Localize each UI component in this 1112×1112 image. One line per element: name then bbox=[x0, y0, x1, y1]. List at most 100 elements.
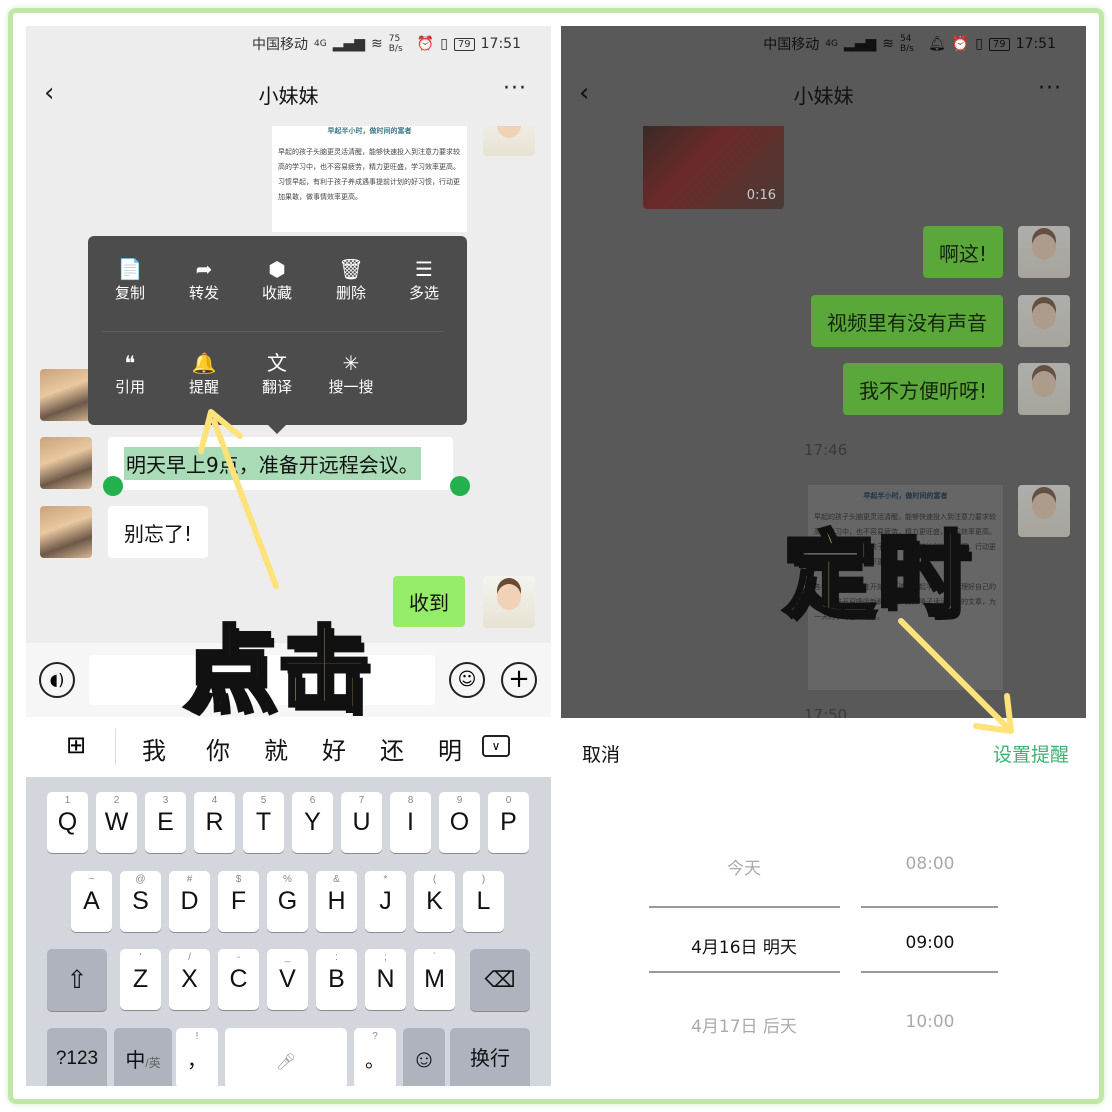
key-p[interactable]: 0P bbox=[488, 792, 529, 853]
key-l[interactable]: ) L bbox=[463, 871, 504, 932]
key-z[interactable]: ' Z bbox=[120, 949, 161, 1010]
avatar[interactable] bbox=[1018, 363, 1070, 415]
avatar[interactable] bbox=[1018, 226, 1070, 278]
key-j[interactable]: * J bbox=[365, 871, 406, 932]
key-x[interactable]: / X bbox=[169, 949, 210, 1010]
key-w[interactable]: 2W bbox=[96, 792, 137, 853]
video-duration: 0:16 bbox=[746, 188, 776, 203]
cancel-button[interactable]: 取消 bbox=[582, 740, 620, 767]
key-label: G bbox=[277, 887, 298, 915]
key-s[interactable]: @ S bbox=[120, 871, 161, 932]
collapse-keyboard-icon[interactable]: ∨ bbox=[482, 735, 510, 757]
key-i[interactable]: 8I bbox=[390, 792, 431, 853]
key-b[interactable]: :B bbox=[316, 949, 357, 1010]
article-card[interactable]: 早起半小时，做时间的富者 早起的孩子头脑更灵活清醒，能够快速投入到注意力要求较高… bbox=[272, 126, 467, 232]
key-label: Z bbox=[132, 965, 149, 993]
key-v[interactable]: _ V bbox=[267, 949, 308, 1010]
message-bubble[interactable]: 别忘了! bbox=[108, 506, 209, 558]
plus-icon[interactable]: + bbox=[501, 662, 537, 698]
more-icon[interactable]: ··· bbox=[503, 76, 527, 101]
back-icon[interactable]: ‹ bbox=[44, 78, 54, 108]
space-key[interactable]: 🎤︎ bbox=[225, 1028, 347, 1086]
picker-time-selected[interactable]: 09:00 bbox=[830, 933, 1030, 953]
key-c[interactable]: -C bbox=[218, 949, 259, 1010]
video-thumbnail[interactable]: 0:16 bbox=[643, 126, 784, 209]
picker-date[interactable]: 今天 bbox=[644, 854, 844, 879]
message-bubble-own[interactable]: 视频里有没有声音 bbox=[811, 295, 1003, 347]
avatar[interactable] bbox=[40, 437, 92, 489]
key-t[interactable]: 5T bbox=[243, 792, 284, 853]
comma-key[interactable]: !， bbox=[176, 1028, 218, 1086]
key-o[interactable]: 9O bbox=[439, 792, 480, 853]
message-bubble-own[interactable]: 收到 bbox=[393, 576, 465, 627]
more-icon[interactable]: ··· bbox=[1038, 76, 1062, 101]
avatar[interactable] bbox=[40, 369, 92, 421]
selection-handle-start[interactable] bbox=[103, 476, 123, 496]
key-h[interactable]: & H bbox=[316, 871, 357, 932]
menu-label: 收藏 bbox=[261, 284, 292, 302]
avatar[interactable] bbox=[40, 506, 92, 558]
candidate-word[interactable]: 明 bbox=[438, 731, 462, 766]
menu-divider bbox=[102, 331, 444, 332]
key-sub: ) bbox=[481, 874, 486, 885]
message-bubble-selected[interactable]: 明天早上9点，准备开远程会议。 bbox=[108, 437, 453, 490]
key-n[interactable]: ; N bbox=[365, 949, 406, 1010]
set-reminder-button[interactable]: 设置提醒 bbox=[993, 740, 1069, 767]
menu-item-row2-3[interactable]: ✳ 搜一搜 bbox=[316, 350, 386, 397]
menu-item-row1-1[interactable]: ➦ 转发 bbox=[169, 256, 239, 303]
key-u[interactable]: 7U bbox=[341, 792, 382, 853]
menu-item-row1-4[interactable]: ☰ 多选 bbox=[389, 256, 459, 303]
key-k[interactable]: (K bbox=[414, 871, 455, 932]
shift-key[interactable]: ⇧ bbox=[47, 949, 107, 1011]
candidate-word[interactable]: 你 bbox=[206, 731, 230, 766]
status-bar: 中国移动 4G ▂▄▆ ≋ 54 B/s 🔔︎ ⏰ ▯ 79 17:51 bbox=[561, 26, 1086, 62]
key-e[interactable]: 3E bbox=[145, 792, 186, 853]
key-a[interactable]: ~ A bbox=[71, 871, 112, 932]
menu-item-row1-0[interactable]: 📄 复制 bbox=[95, 256, 165, 303]
message-bubble-own[interactable]: 啊这! bbox=[922, 226, 1003, 278]
selection-handle-end[interactable] bbox=[450, 476, 470, 496]
voice-icon[interactable]: ◖) bbox=[39, 662, 75, 698]
back-icon[interactable]: ‹ bbox=[579, 78, 589, 108]
avatar[interactable] bbox=[483, 576, 535, 628]
key-q[interactable]: 1Q bbox=[47, 792, 88, 853]
avatar[interactable] bbox=[1018, 485, 1070, 537]
emoji-icon[interactable]: ☺ bbox=[449, 662, 485, 698]
avatar[interactable] bbox=[1018, 295, 1070, 347]
key-d[interactable]: # D bbox=[169, 871, 210, 932]
wifi-icon: ≋ bbox=[882, 36, 894, 52]
picker-line bbox=[861, 906, 998, 908]
language-key[interactable]: 中/英 bbox=[114, 1028, 172, 1086]
menu-label: 引用 bbox=[114, 378, 145, 396]
keyboard: ⇧ ⌫ ?123 中/英 !， 🎤︎ ?。 ☺ 换行 1Q2W3E4R5T6Y7… bbox=[26, 777, 551, 1086]
menu-item-row2-0[interactable]: ❝ 引用 bbox=[95, 350, 165, 397]
key-r[interactable]: 4R bbox=[194, 792, 235, 853]
emoji-key[interactable]: ☺ bbox=[403, 1028, 445, 1086]
picker-date[interactable]: 4月17日 后天 bbox=[644, 1012, 844, 1037]
key-label: X bbox=[181, 965, 198, 993]
message-bubble-own[interactable]: 我不方便听呀! bbox=[842, 363, 1003, 415]
grid-menu-icon[interactable]: ⊞ bbox=[66, 731, 86, 759]
key-y[interactable]: 6Y bbox=[292, 792, 333, 853]
menu-item-row2-2[interactable]: 文翻译 bbox=[242, 350, 312, 397]
key-label: T bbox=[255, 808, 272, 836]
key-g[interactable]: % G bbox=[267, 871, 308, 932]
picker-date-selected[interactable]: 4月16日 明天 bbox=[644, 933, 844, 958]
picker-time[interactable]: 10:00 bbox=[830, 1012, 1030, 1032]
picker-time[interactable]: 08:00 bbox=[830, 854, 1030, 874]
network: 4G bbox=[314, 39, 327, 49]
candidate-word[interactable]: 我 bbox=[142, 731, 166, 766]
numbers-key[interactable]: ?123 bbox=[47, 1028, 107, 1086]
period-key[interactable]: ?。 bbox=[354, 1028, 396, 1086]
backspace-key[interactable]: ⌫ bbox=[470, 949, 530, 1011]
menu-item-row1-2[interactable]: ⬢ 收藏 bbox=[242, 256, 312, 303]
enter-key[interactable]: 换行 bbox=[450, 1028, 530, 1086]
candidate-word[interactable]: 好 bbox=[322, 731, 346, 766]
candidate-word[interactable]: 就 bbox=[264, 731, 288, 766]
menu-item-row2-1[interactable]: 🔔 提醒 bbox=[169, 350, 239, 397]
avatar[interactable] bbox=[483, 126, 535, 156]
menu-item-row1-3[interactable]: 🗑 删除 bbox=[316, 256, 386, 303]
key-f[interactable]: $ F bbox=[218, 871, 259, 932]
candidate-word[interactable]: 还 bbox=[380, 731, 404, 766]
key-m[interactable]: ` M bbox=[414, 949, 455, 1010]
